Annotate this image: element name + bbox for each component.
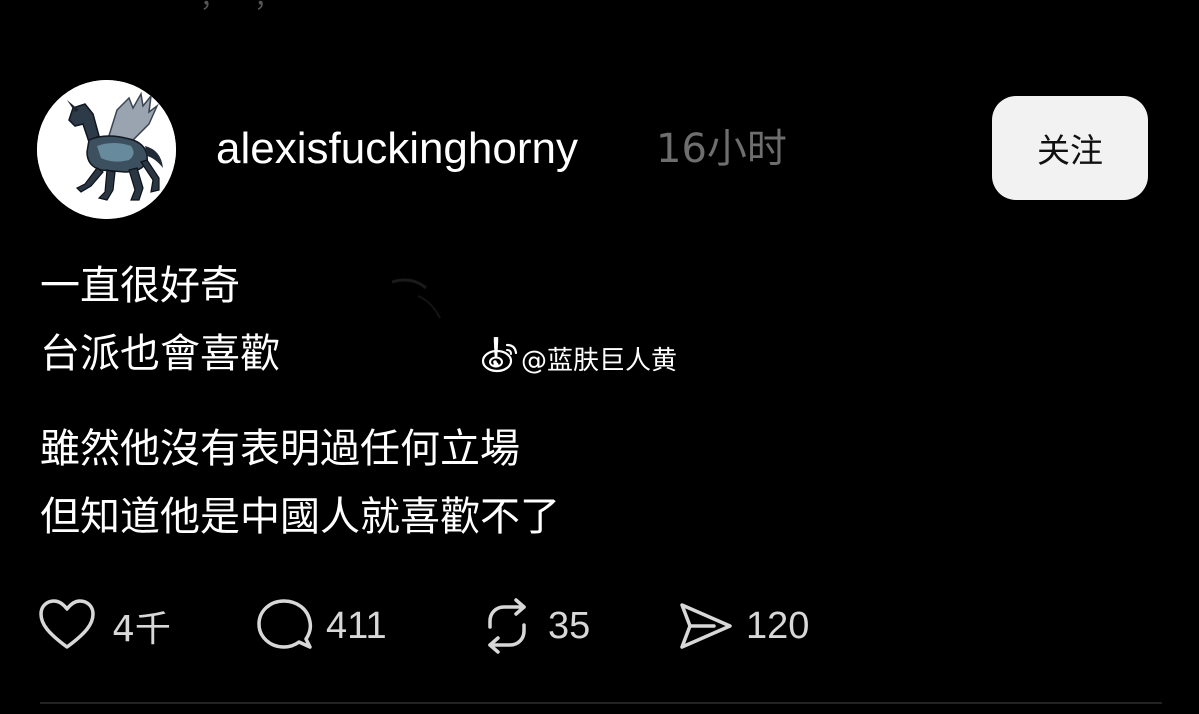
post-divider [40, 702, 1162, 704]
action-bar: 4千 411 35 120 [0, 596, 1199, 656]
reply-button[interactable]: 411 [256, 596, 387, 656]
post-text-line-1: 一直很好奇 [40, 263, 240, 309]
speech-bubble-icon [257, 599, 313, 649]
share-count: 120 [746, 604, 810, 647]
avatar[interactable] [37, 80, 176, 219]
username[interactable]: alexisfuckinghorny [216, 121, 578, 177]
post-text-line-3: 雖然他沒有表明過任何立場 [40, 426, 520, 472]
weibo-watermark: @蓝肤巨人黄 [481, 338, 677, 378]
repost-count: 35 [548, 604, 591, 647]
share-button[interactable]: 120 [676, 596, 809, 656]
redaction-scribble [322, 262, 472, 394]
post-timestamp: 16小时 [656, 126, 787, 172]
repost-button[interactable]: 35 [478, 596, 590, 656]
post-text-line-2-start: 台派也會喜歡 [40, 331, 280, 377]
previous-post-fragment: ， ， [200, 0, 290, 15]
repost-arrows-icon [488, 598, 526, 654]
paper-plane-icon [680, 603, 732, 649]
like-button[interactable]: 4千 [38, 596, 171, 656]
weibo-icon [481, 343, 518, 373]
pegasus-avatar-icon [37, 80, 176, 219]
heart-icon [39, 599, 95, 649]
post-card: ， ， alexisfuckinghorny 16小时 关注 一直很好奇 台派也… [0, 0, 1199, 714]
watermark-text: @蓝肤巨人黄 [521, 345, 678, 376]
reply-count: 411 [326, 604, 387, 647]
post-text-line-4: 但知道他是中國人就喜歡不了 [40, 494, 560, 540]
follow-button[interactable]: 关注 [992, 96, 1148, 200]
like-count: 4千 [112, 609, 171, 650]
